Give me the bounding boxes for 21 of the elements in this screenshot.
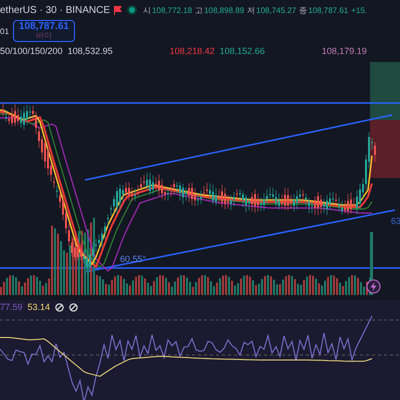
order-label: 01 bbox=[0, 26, 9, 36]
ma-value: 108,532.95 bbox=[68, 46, 113, 56]
angle-label: 60.55° bbox=[120, 254, 146, 264]
ma-label: 50/100/150/200 bbox=[0, 46, 63, 56]
symbol-title: etherUS · 30 · BINANCE bbox=[0, 4, 110, 16]
status-dot-icon bbox=[129, 7, 136, 13]
buy-button[interactable]: 108,787.61 바이 bbox=[12, 20, 75, 42]
rsi-value: 77.59 bbox=[0, 302, 23, 312]
hidden-icon[interactable] bbox=[69, 302, 78, 312]
hidden-icon[interactable] bbox=[55, 302, 64, 312]
ma-value: 108,152.66 bbox=[220, 46, 265, 56]
ma-value: 108,218.42 bbox=[170, 46, 215, 56]
ohlc-value: 시 108,772.18 bbox=[143, 4, 192, 16]
rsi-value: 53.14 bbox=[28, 302, 50, 312]
ohlc-value: 저 108,745.27 bbox=[247, 4, 296, 16]
ma-value: 108,179.19 bbox=[322, 46, 367, 56]
ohlc-value: 종 108,787.61 bbox=[299, 4, 348, 16]
change-value: +15. bbox=[351, 6, 368, 14]
lightning-icon[interactable] bbox=[366, 279, 381, 294]
ohlc-value: 고 108,898.89 bbox=[195, 4, 244, 16]
flag-icon[interactable] bbox=[113, 5, 124, 15]
